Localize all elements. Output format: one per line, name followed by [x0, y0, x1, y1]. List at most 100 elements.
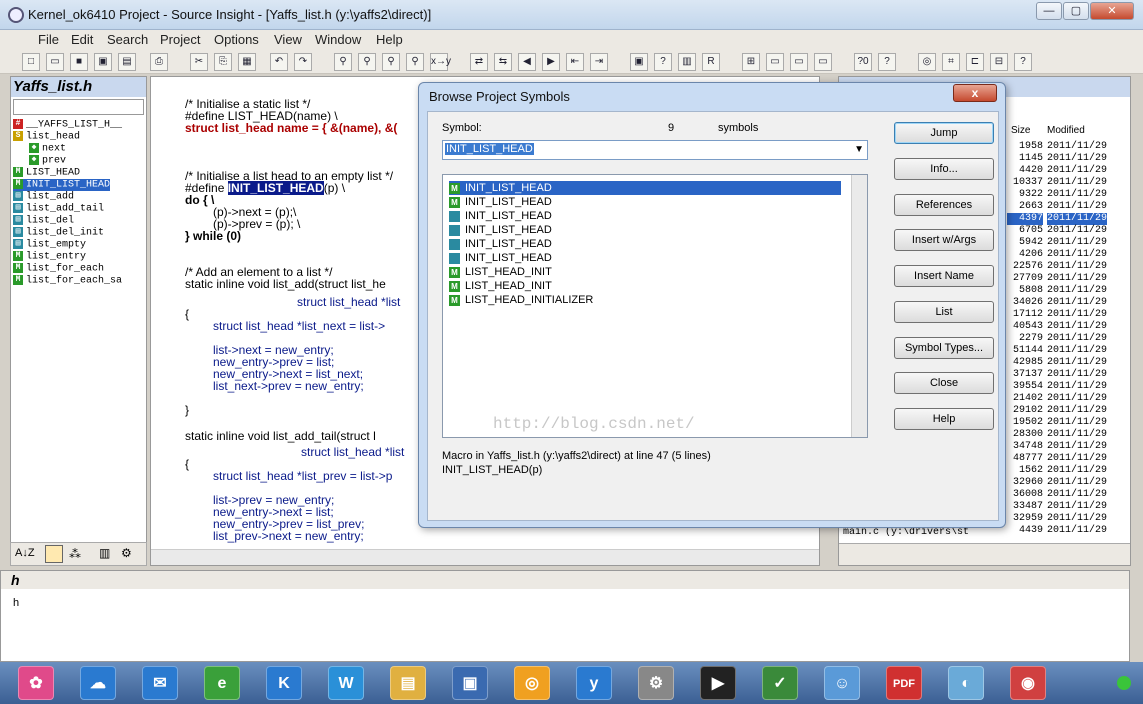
project-row-modified[interactable]: 2011/11/29	[1047, 165, 1107, 177]
project-row-size[interactable]: 10337	[1007, 177, 1043, 189]
symbol-list-item[interactable]: ▤ list_add	[13, 191, 74, 203]
lookup-icon[interactable]: ▣	[630, 53, 648, 71]
taskbar-app-icon[interactable]: ▶	[700, 666, 736, 700]
symbol-list-item[interactable]: Mlist_for_each	[13, 263, 104, 275]
taskbar-app-icon[interactable]: ◉	[1010, 666, 1046, 700]
project-row-modified[interactable]: 2011/11/29	[1047, 369, 1107, 381]
project-row-size[interactable]: 19502	[1007, 417, 1043, 429]
taskbar-app-icon[interactable]: ☁	[80, 666, 116, 700]
taskbar-app-icon[interactable]: ▤	[390, 666, 426, 700]
project-row-size[interactable]: 37137	[1007, 369, 1043, 381]
project-row-modified[interactable]: 2011/11/29	[1047, 525, 1107, 537]
column-header-size[interactable]: Size	[1011, 125, 1030, 137]
menu-file[interactable]: File	[38, 32, 59, 47]
project-row-modified[interactable]: 2011/11/29	[1047, 153, 1107, 165]
close-file-icon[interactable]: ▤	[118, 53, 136, 71]
project-row-size[interactable]: 39554	[1007, 381, 1043, 393]
project-row-modified[interactable]: 2011/11/29	[1047, 189, 1107, 201]
project-row-modified[interactable]: 2011/11/29	[1047, 513, 1107, 525]
symbol-result-item[interactable]: M LIST_HEAD_INIT	[449, 279, 841, 293]
project-row-modified[interactable]: 2011/11/29	[1047, 285, 1107, 297]
taskbar-app-icon[interactable]: ◐	[948, 666, 984, 700]
symbol-list-item[interactable]: ◆ next	[29, 143, 66, 155]
editor-hscrollbar[interactable]	[151, 549, 819, 565]
save-icon[interactable]: ■	[70, 53, 88, 71]
project-row-size[interactable]: 33487	[1007, 501, 1043, 513]
back-icon[interactable]: ◀	[518, 53, 536, 71]
symbol-list-item[interactable]: # __YAFFS_LIST_H__	[13, 119, 122, 131]
taskbar-app-icon[interactable]: ◎	[514, 666, 550, 700]
project-row-modified[interactable]: 2011/11/29	[1047, 249, 1107, 261]
project-row-size[interactable]: 5808	[1007, 285, 1043, 297]
project-row-modified[interactable]: 2011/11/29	[1047, 477, 1107, 489]
symbol-result-item[interactable]: M INIT_LIST_HEAD	[449, 195, 841, 209]
symbol-window-icon[interactable]: ⊏	[966, 53, 984, 71]
project-row-modified[interactable]: 2011/11/29	[1047, 273, 1107, 285]
jump-forward-icon[interactable]: ⇥	[590, 53, 608, 71]
symbol-types-button[interactable]: Symbol Types...	[894, 337, 994, 359]
symbol-result-item[interactable]: M LIST_HEAD_INITIALIZER	[449, 293, 841, 307]
dialog-close-button[interactable]: x	[953, 84, 997, 102]
project-row-modified[interactable]: 2011/11/29	[1047, 489, 1107, 501]
menu-options[interactable]: Options	[214, 32, 259, 47]
menu-project[interactable]: Project	[160, 32, 200, 47]
project-row-modified[interactable]: 2011/11/29	[1047, 225, 1107, 237]
project-row-modified[interactable]: 2011/11/29	[1047, 345, 1107, 357]
project-row-modified[interactable]: 2011/11/29	[1047, 381, 1107, 393]
menu-edit[interactable]: Edit	[71, 32, 93, 47]
new-icon[interactable]: □	[22, 53, 40, 71]
help-question-icon[interactable]: ?0	[854, 53, 872, 71]
project-row-size[interactable]: 21402	[1007, 393, 1043, 405]
find-prev-icon[interactable]: ⚲	[382, 53, 400, 71]
symbol-list-item[interactable]: Mlist_for_each_sa	[13, 275, 122, 287]
project-row-size[interactable]: 5942	[1007, 237, 1043, 249]
taskbar-app-icon[interactable]: ☺	[824, 666, 860, 700]
project-row-size[interactable]: 27709	[1007, 273, 1043, 285]
symbol-list-item[interactable]: ▤ list_empty	[13, 239, 86, 251]
insert-name-button[interactable]: Insert Name	[894, 265, 994, 287]
browse-icon[interactable]: ▥	[99, 546, 110, 560]
project-row-size[interactable]: 34748	[1007, 441, 1043, 453]
symbol-list[interactable]: M INIT_LIST_HEAD M INIT_LIST_HEAD INIT_LIST_…	[442, 174, 868, 438]
symbol-result-item[interactable]: INIT_LIST_HEAD	[449, 237, 841, 251]
minimize-button[interactable]: —	[1036, 2, 1062, 20]
forward-icon[interactable]: ▶	[542, 53, 560, 71]
project-file-entry[interactable]: main.c (y:\drivers\st	[843, 527, 969, 539]
print-icon[interactable]: ⎙	[150, 53, 168, 71]
menu-view[interactable]: View	[274, 32, 302, 47]
tray-status-icon[interactable]	[1117, 676, 1131, 690]
maximize-button[interactable]: ▢	[1063, 2, 1089, 20]
replace-icon[interactable]: x→y	[430, 53, 451, 71]
bookmark-icon[interactable]: ⇄	[470, 53, 488, 71]
search-files-icon[interactable]: ⚲	[406, 53, 424, 71]
project-row-modified[interactable]: 2011/11/29	[1047, 321, 1107, 333]
taskbar-app-icon[interactable]: y	[576, 666, 612, 700]
cut-icon[interactable]: ✂	[190, 53, 208, 71]
symbol-filter-input[interactable]	[13, 99, 144, 115]
project-row-modified[interactable]: 2011/11/29	[1047, 213, 1108, 225]
project-row-modified[interactable]: 2011/11/29	[1047, 141, 1107, 153]
project-row-size[interactable]: 2663	[1007, 201, 1043, 213]
open-icon[interactable]: ▭	[46, 53, 64, 71]
symbol-result-item[interactable]: INIT_LIST_HEAD	[449, 251, 841, 265]
project-row-size[interactable]: 32959	[1007, 513, 1043, 525]
find-next-icon[interactable]: ⚲	[358, 53, 376, 71]
layout4-icon[interactable]: ▭	[814, 53, 832, 71]
taskbar-app-icon[interactable]: ✿	[18, 666, 54, 700]
menu-search[interactable]: Search	[107, 32, 148, 47]
project-row-modified[interactable]: 2011/11/29	[1047, 501, 1107, 513]
project-window-icon[interactable]: ⊟	[990, 53, 1008, 71]
paste-icon[interactable]: ▦	[238, 53, 256, 71]
symbol-result-item[interactable]: M LIST_HEAD_INIT	[449, 265, 841, 279]
project-row-modified[interactable]: 2011/11/29	[1047, 201, 1107, 213]
project-row-size[interactable]: 1958	[1007, 141, 1043, 153]
symbol-list-item[interactable]: M LIST_HEAD	[13, 167, 80, 179]
book-icon[interactable]: ▥	[678, 53, 696, 71]
project-row-size[interactable]: 4420	[1007, 165, 1043, 177]
context-help-icon[interactable]: ?	[878, 53, 896, 71]
column-header-modified[interactable]: Modified	[1047, 125, 1085, 137]
close-button[interactable]: ✕	[1090, 2, 1134, 20]
chevron-down-icon[interactable]: ▼	[854, 144, 864, 155]
project-row-size[interactable]: 34026	[1007, 297, 1043, 309]
project-row-size[interactable]: 4206	[1007, 249, 1043, 261]
